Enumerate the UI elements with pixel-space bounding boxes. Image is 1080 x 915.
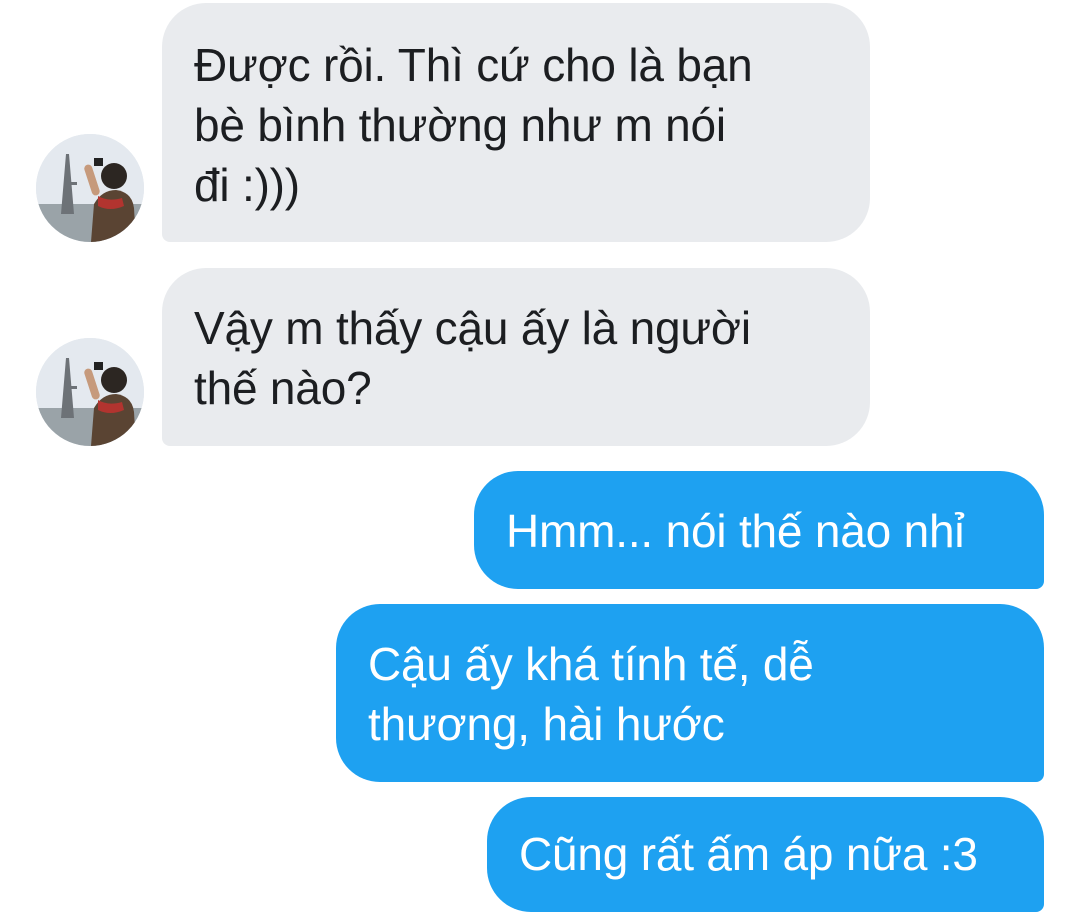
- contact-avatar-icon[interactable]: [36, 134, 144, 242]
- message-text: Cậu ấy khá tính tế, dễ thương, hài hước: [368, 638, 814, 750]
- message-text: Được rồi. Thì cứ cho là bạn bè bình thườ…: [194, 39, 753, 211]
- message-thread: Được rồi. Thì cứ cho là bạn bè bình thườ…: [0, 0, 1080, 915]
- incoming-message-bubble[interactable]: Được rồi. Thì cứ cho là bạn bè bình thườ…: [162, 3, 870, 242]
- outgoing-message-bubble[interactable]: Cậu ấy khá tính tế, dễ thương, hài hước: [336, 604, 1044, 782]
- outgoing-message-bubble[interactable]: Cũng rất ấm áp nữa :3: [487, 797, 1044, 912]
- incoming-message-bubble[interactable]: Vậy m thấy cậu ấy là người thế nào?: [162, 268, 870, 446]
- contact-avatar-icon[interactable]: [36, 338, 144, 446]
- outgoing-message-bubble[interactable]: Hmm... nói thế nào nhỉ: [474, 471, 1044, 589]
- message-text: Cũng rất ấm áp nữa :3: [519, 828, 978, 880]
- message-text: Vậy m thấy cậu ấy là người thế nào?: [194, 302, 751, 414]
- message-text: Hmm... nói thế nào nhỉ: [506, 505, 965, 557]
